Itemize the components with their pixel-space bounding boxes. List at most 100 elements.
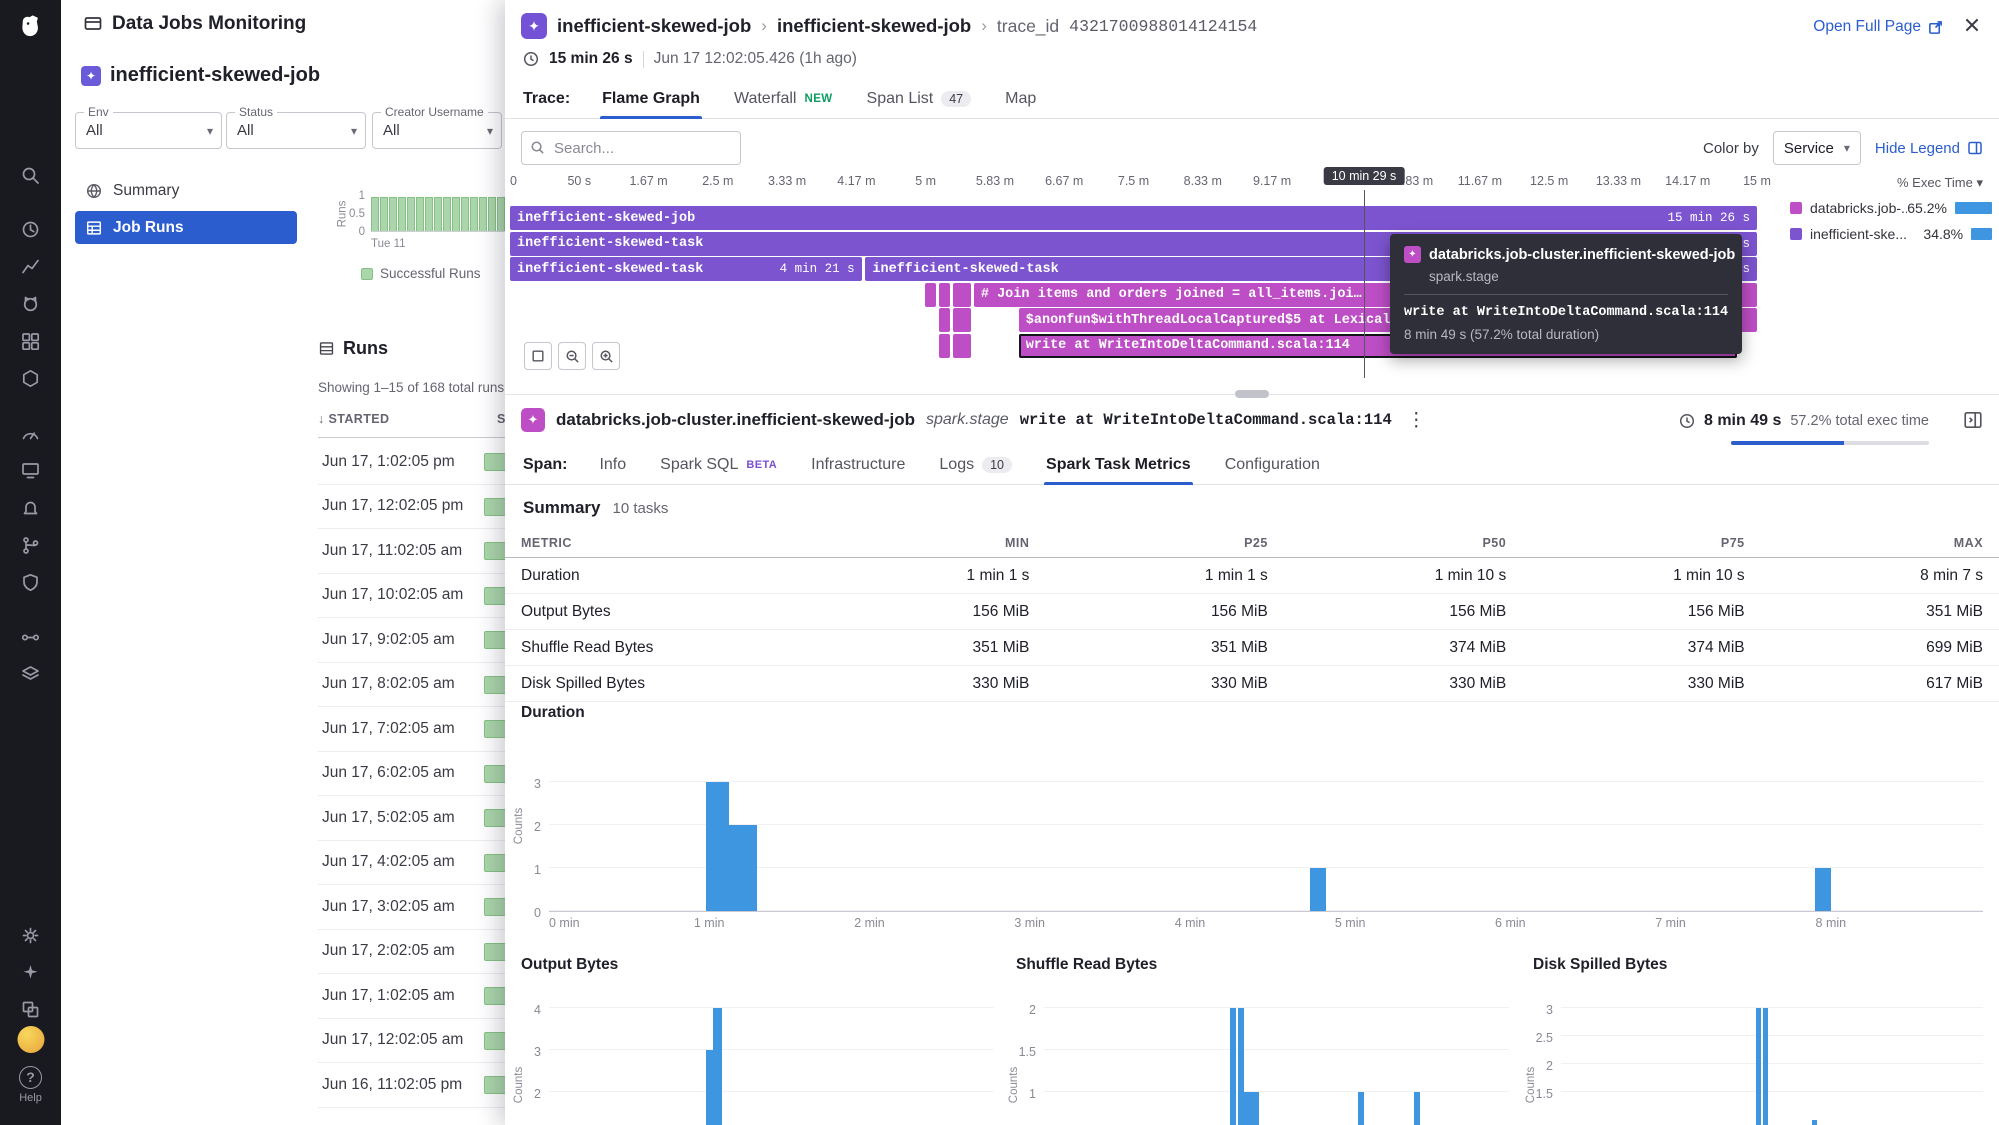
digital-experience-icon[interactable] <box>14 453 48 487</box>
span-service[interactable]: databricks.job-cluster.inefficient-skewe… <box>556 410 915 430</box>
metrics-icon[interactable] <box>14 249 48 283</box>
metric-value: 351 MiB <box>1745 603 1983 621</box>
flame-span[interactable] <box>939 283 950 307</box>
column-header[interactable]: P50 <box>1268 536 1506 550</box>
histogram-bar[interactable] <box>1244 1092 1258 1125</box>
apm-icon[interactable] <box>14 416 48 450</box>
creator-username-filter[interactable]: Creator Username All ▾ <box>372 112 502 149</box>
histogram-bar[interactable] <box>713 1008 722 1125</box>
column-header[interactable]: MIN <box>791 536 1029 550</box>
new-badge: NEW <box>804 93 832 105</box>
settings-icon[interactable] <box>14 918 48 952</box>
zoom-in-button[interactable] <box>592 342 620 370</box>
flame-span[interactable] <box>939 334 950 358</box>
flame-span[interactable] <box>953 334 972 358</box>
dashboards-icon[interactable] <box>14 324 48 358</box>
histogram-bar[interactable] <box>1414 1092 1420 1125</box>
histogram-bar[interactable] <box>1815 868 1831 911</box>
histogram-bar[interactable] <box>706 1050 713 1125</box>
zoom-reset-button[interactable] <box>524 342 552 370</box>
flame-search <box>521 131 741 165</box>
legend-item[interactable]: databricks.job-...65.2% <box>1790 200 1992 216</box>
histogram-bar[interactable] <box>706 782 729 911</box>
tab-spark-task-metrics[interactable]: Spark Task Metrics <box>1044 450 1193 484</box>
tab-flame-graph[interactable]: Flame Graph <box>600 84 702 118</box>
histogram-bar[interactable] <box>1358 1092 1364 1125</box>
tab-span-list[interactable]: Span List47 <box>865 84 974 118</box>
run-started: Jun 17, 1:02:05 am <box>318 987 455 1005</box>
flame-span[interactable] <box>953 308 972 332</box>
x-axis-tick: 4 min <box>1175 916 1206 930</box>
tab-info[interactable]: Info <box>597 450 628 484</box>
histogram-bar[interactable] <box>1310 868 1326 911</box>
breadcrumb-service[interactable]: inefficient-skewed-job <box>557 15 751 37</box>
tab-waterfall[interactable]: WaterfallNEW <box>732 84 835 118</box>
recent-activity-icon[interactable] <box>14 212 48 246</box>
metric-value: 1 min 1 s <box>1029 567 1267 585</box>
color-by-select[interactable]: Service ▾ <box>1773 131 1861 165</box>
span-duration: 4 min 21 s <box>773 262 862 276</box>
run-started: Jun 17, 6:02:05 am <box>318 764 455 782</box>
histogram-bar[interactable] <box>729 825 758 911</box>
column-header[interactable]: P25 <box>1029 536 1267 550</box>
histogram-bar[interactable] <box>1230 1008 1236 1125</box>
nav-summary[interactable]: Summary <box>75 174 297 207</box>
tab-infrastructure[interactable]: Infrastructure <box>809 450 907 484</box>
chart-title: Output Bytes <box>505 956 1010 980</box>
zoom-out-button[interactable] <box>558 342 586 370</box>
metric-value: 156 MiB <box>791 603 1029 621</box>
flame-span[interactable] <box>939 308 950 332</box>
column-header[interactable]: MAX <box>1745 536 1983 550</box>
metric-value: 330 MiB <box>1029 675 1267 693</box>
tab-spark-sql[interactable]: Spark SQLBETA <box>658 450 779 484</box>
user-avatar[interactable] <box>17 1026 44 1053</box>
open-full-page-link[interactable]: Open Full Page <box>1813 18 1943 36</box>
software-delivery-icon[interactable] <box>14 528 48 562</box>
tab-configuration[interactable]: Configuration <box>1223 450 1322 484</box>
exec-time-selector[interactable]: % Exec Time ▾ <box>1897 175 1983 191</box>
help-button[interactable]: ? Help <box>0 1066 61 1104</box>
copilot-icon[interactable] <box>14 955 48 989</box>
mini-chart-bar <box>407 197 415 231</box>
more-options-icon[interactable]: ⋮ <box>1403 409 1430 432</box>
datadog-logo[interactable] <box>14 10 48 44</box>
observability-pipelines-icon[interactable] <box>14 620 48 654</box>
nav-job-runs[interactable]: Job Runs <box>75 211 297 244</box>
y-axis-tick: 2 <box>534 820 541 834</box>
axis-tick: 1.67 m <box>629 174 667 188</box>
histogram-bar[interactable] <box>1763 1008 1768 1125</box>
status-filter[interactable]: Status All ▾ <box>226 112 366 149</box>
y-axis-tick: 2 <box>1029 1003 1036 1017</box>
histogram-bar[interactable] <box>1812 1120 1817 1125</box>
env-filter[interactable]: Env All ▾ <box>75 112 222 149</box>
trace-timestamp: Jun 17 12:02:05.426 (1h ago) <box>654 50 857 68</box>
tab-map[interactable]: Map <box>1003 84 1038 118</box>
security-icon[interactable] <box>14 565 48 599</box>
tab-logs[interactable]: Logs10 <box>937 450 1014 484</box>
search-icon[interactable] <box>14 158 48 192</box>
column-header[interactable]: P75 <box>1506 536 1744 550</box>
breadcrumb-resource[interactable]: inefficient-skewed-job <box>777 15 971 37</box>
service-management-icon[interactable] <box>14 490 48 524</box>
collapse-panel-button[interactable] <box>1963 410 1983 430</box>
close-button[interactable] <box>1963 16 1981 34</box>
x-axis-tick: 2 min <box>854 916 885 930</box>
y-axis-tick: 1 <box>534 863 541 877</box>
legend-item[interactable]: inefficient-ske...34.8% <box>1790 226 1992 242</box>
column-header[interactable]: METRIC <box>521 536 791 550</box>
flame-span[interactable]: inefficient-skewed-task4 min 21 s <box>510 257 862 281</box>
flame-span[interactable]: inefficient-skewed-job15 min 26 s <box>510 206 1757 230</box>
mini-chart-bar <box>425 197 433 231</box>
organization-icon[interactable] <box>14 992 48 1026</box>
flame-span[interactable] <box>953 283 972 307</box>
watchdog-icon[interactable] <box>14 286 48 320</box>
resize-handle[interactable] <box>1235 390 1269 398</box>
x-axis-tick: 7 min <box>1655 916 1686 930</box>
infrastructure-icon[interactable] <box>14 361 48 395</box>
hide-legend-button[interactable]: Hide Legend <box>1875 140 1983 157</box>
histogram-bar[interactable] <box>1756 1008 1761 1125</box>
span-header: ✦ databricks.job-cluster.inefficient-ske… <box>521 408 1430 432</box>
integrations-icon[interactable] <box>14 657 48 691</box>
search-input[interactable] <box>521 131 741 165</box>
flame-span[interactable] <box>925 283 936 307</box>
